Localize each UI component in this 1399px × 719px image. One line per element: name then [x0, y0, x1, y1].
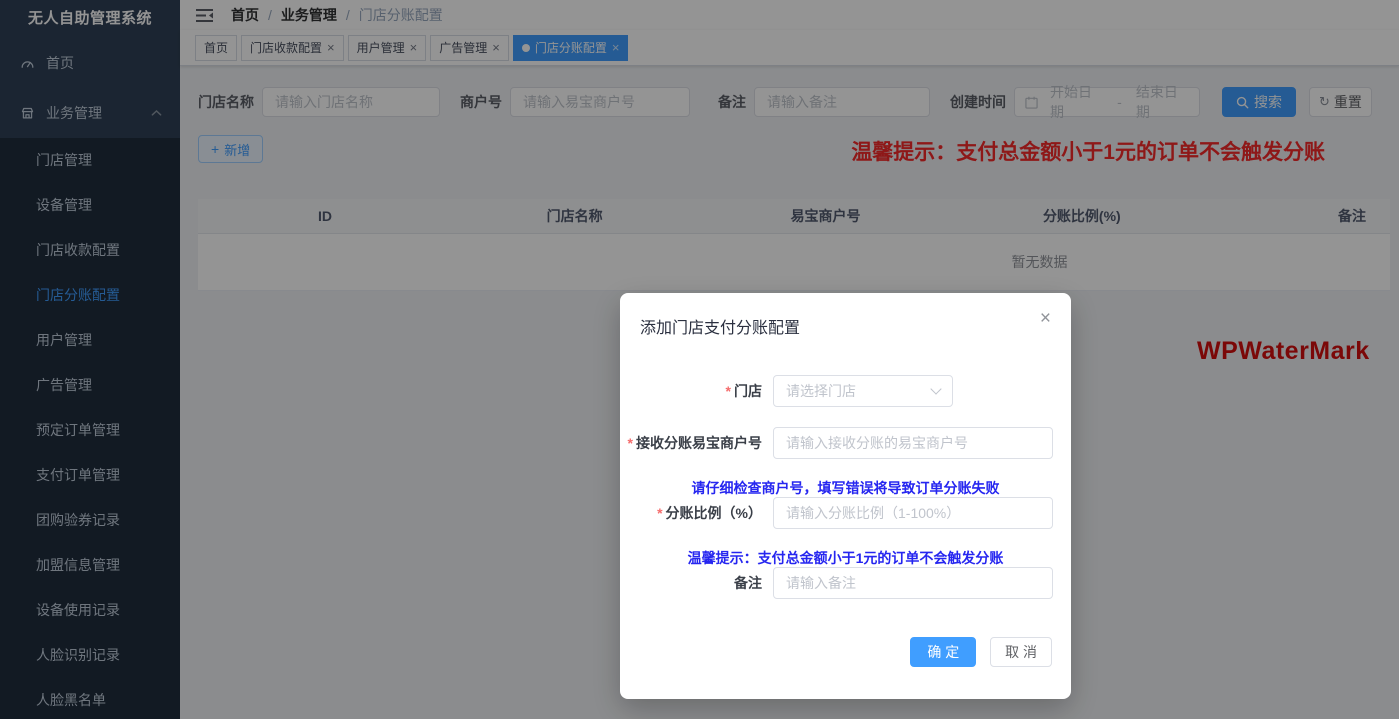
merchant-no-input[interactable] — [773, 427, 1053, 459]
dialog-remark-input[interactable] — [773, 567, 1053, 599]
required-mark: * — [726, 383, 731, 399]
required-mark: * — [628, 435, 633, 451]
dialog-header: 添加门店支付分账配置 × — [620, 293, 1071, 338]
store-field-row: *门店 — [620, 375, 1071, 407]
close-icon[interactable]: × — [1040, 309, 1051, 328]
remark-field-row: 备注 — [620, 567, 1071, 599]
dialog-title: 添加门店支付分账配置 — [640, 320, 800, 337]
store-field-label: *门店 — [620, 375, 773, 407]
add-split-config-dialog: 添加门店支付分账配置 × *门店 *接收分账易宝商户号 请仔细检查商户号，填写错… — [620, 293, 1071, 699]
dialog-body: *门店 *接收分账易宝商户号 请仔细检查商户号，填写错误将导致订单分账失败 *分… — [620, 375, 1071, 667]
ratio-warm-hint: 温馨提示：支付总金额小于1元的订单不会触发分账 — [620, 549, 1071, 567]
required-mark: * — [657, 505, 662, 521]
merchant-field-label: *接收分账易宝商户号 — [620, 427, 773, 459]
store-select-input[interactable] — [773, 375, 953, 407]
dialog-footer: 确 定 取 消 — [620, 637, 1071, 667]
ratio-field-label: *分账比例（%） — [620, 497, 773, 529]
store-select[interactable] — [773, 375, 953, 407]
cancel-button[interactable]: 取 消 — [990, 637, 1052, 667]
merchant-check-hint: 请仔细检查商户号，填写错误将导致订单分账失败 — [620, 479, 1071, 497]
ratio-field-row: *分账比例（%） — [620, 497, 1071, 529]
split-ratio-input[interactable] — [773, 497, 1053, 529]
confirm-button[interactable]: 确 定 — [910, 637, 976, 667]
merchant-field-row: *接收分账易宝商户号 — [620, 427, 1071, 459]
remark-field-label: 备注 — [620, 567, 773, 599]
